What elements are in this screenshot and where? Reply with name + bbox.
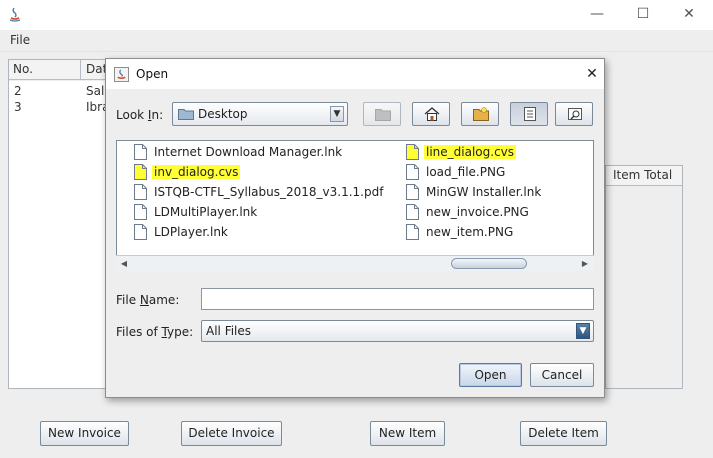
folder-icon xyxy=(178,108,194,120)
label-text: ype: xyxy=(167,325,194,339)
minimize-icon[interactable]: — xyxy=(587,4,607,24)
delete-item-button[interactable]: Delete Item xyxy=(520,421,607,446)
close-icon[interactable]: ✕ xyxy=(679,4,699,24)
file-type-label: Files of Type: xyxy=(116,325,193,339)
up-folder-icon xyxy=(375,109,391,121)
table-row[interactable]: 3 Ibra xyxy=(9,100,109,116)
menu-file[interactable]: File xyxy=(10,33,30,47)
look-in-combo[interactable]: Desktop ▼ xyxy=(172,102,348,126)
maximize-icon[interactable]: ☐ xyxy=(633,4,653,24)
scroll-right-icon[interactable]: ▶ xyxy=(579,258,591,270)
file-name: new_item.PNG xyxy=(426,225,514,239)
file-list[interactable]: Internet Download Manager.lnk inv_dialog… xyxy=(116,140,594,271)
label-mnemonic: N xyxy=(139,293,149,307)
file-name: new_invoice.PNG xyxy=(426,205,529,219)
details-view-button[interactable] xyxy=(555,102,593,126)
file-name: MinGW Installer.lnk xyxy=(426,185,542,199)
file-type-combo[interactable]: All Files ▼ xyxy=(201,320,594,342)
label-text: Look xyxy=(116,108,148,122)
file-name: ISTQB-CTFL_Syllabus_2018_v3.1.1.pdf xyxy=(154,185,384,199)
look-in-value: Desktop xyxy=(198,107,248,121)
column-header-no[interactable]: No. xyxy=(13,62,33,76)
column-separator[interactable] xyxy=(80,60,81,80)
close-icon[interactable]: ✕ xyxy=(582,64,602,84)
main-titlebar: — ☐ ✕ xyxy=(0,0,713,30)
file-icon xyxy=(406,184,419,200)
invoices-table: 2 Sal 3 Ibra xyxy=(9,81,109,388)
menubar: File xyxy=(0,30,713,52)
scroll-left-icon[interactable]: ◀ xyxy=(118,258,130,270)
cell-name: Sal xyxy=(86,84,105,98)
java-icon xyxy=(7,6,23,22)
cell-no: 3 xyxy=(14,100,22,114)
file-icon xyxy=(134,144,147,160)
table-row[interactable]: 2 Sal xyxy=(9,84,107,100)
file-type-value: All Files xyxy=(206,324,252,338)
chevron-down-icon[interactable]: ▼ xyxy=(576,323,590,339)
list-view-button[interactable] xyxy=(510,102,548,126)
label-text: n: xyxy=(151,108,164,122)
file-name: Internet Download Manager.lnk xyxy=(154,145,343,159)
file-name: load_file.PNG xyxy=(426,165,506,179)
file-name: LDMultiPlayer.lnk xyxy=(154,205,258,219)
file-icon xyxy=(134,164,147,180)
open-button[interactable]: Open xyxy=(459,363,522,387)
file-icon xyxy=(406,144,419,160)
file-icon xyxy=(406,204,419,220)
column-header-item-total[interactable]: Item Total xyxy=(613,168,672,182)
new-folder-icon xyxy=(473,107,489,121)
file-name: line_dialog.cvs xyxy=(424,145,517,159)
list-view-icon xyxy=(524,107,536,121)
dialog-title: Open xyxy=(136,67,169,81)
horizontal-scrollbar[interactable]: ◀ ▶ xyxy=(116,255,594,271)
java-icon xyxy=(114,67,129,82)
cell-no: 2 xyxy=(14,84,22,98)
file-name-field[interactable] xyxy=(201,288,594,310)
file-name: LDPlayer.lnk xyxy=(154,225,228,239)
lines-table-header: Item Total xyxy=(606,166,682,186)
file-name: inv_dialog.cvs xyxy=(152,165,241,179)
new-invoice-button[interactable]: New Invoice xyxy=(40,421,129,446)
file-icon xyxy=(134,184,147,200)
dialog-titlebar: Open ✕ xyxy=(106,59,604,89)
file-icon xyxy=(406,164,419,180)
new-folder-button[interactable] xyxy=(461,102,499,126)
look-in-label: Look In: xyxy=(116,108,163,122)
home-button[interactable] xyxy=(412,102,450,126)
file-icon xyxy=(406,224,419,240)
label-text: File xyxy=(116,293,140,307)
cancel-button[interactable]: Cancel xyxy=(530,363,594,387)
up-one-level-button[interactable] xyxy=(363,102,401,126)
new-item-button[interactable]: New Item xyxy=(370,421,445,446)
scroll-thumb[interactable] xyxy=(451,258,527,269)
file-icon xyxy=(134,204,147,220)
details-view-icon xyxy=(568,108,582,120)
label-text: Files of xyxy=(116,325,162,339)
delete-invoice-button[interactable]: Delete Invoice xyxy=(181,421,282,446)
invoices-table-header: No. Dat xyxy=(9,60,107,80)
label-text: ame: xyxy=(148,293,180,307)
chevron-down-icon[interactable]: ▼ xyxy=(330,106,344,122)
open-dialog: Open ✕ Look In: Desktop ▼ Internet Downl… xyxy=(105,58,605,398)
file-name-label: File Name: xyxy=(116,293,179,307)
home-icon xyxy=(424,107,440,121)
file-icon xyxy=(134,224,147,240)
lines-panel xyxy=(605,165,683,389)
